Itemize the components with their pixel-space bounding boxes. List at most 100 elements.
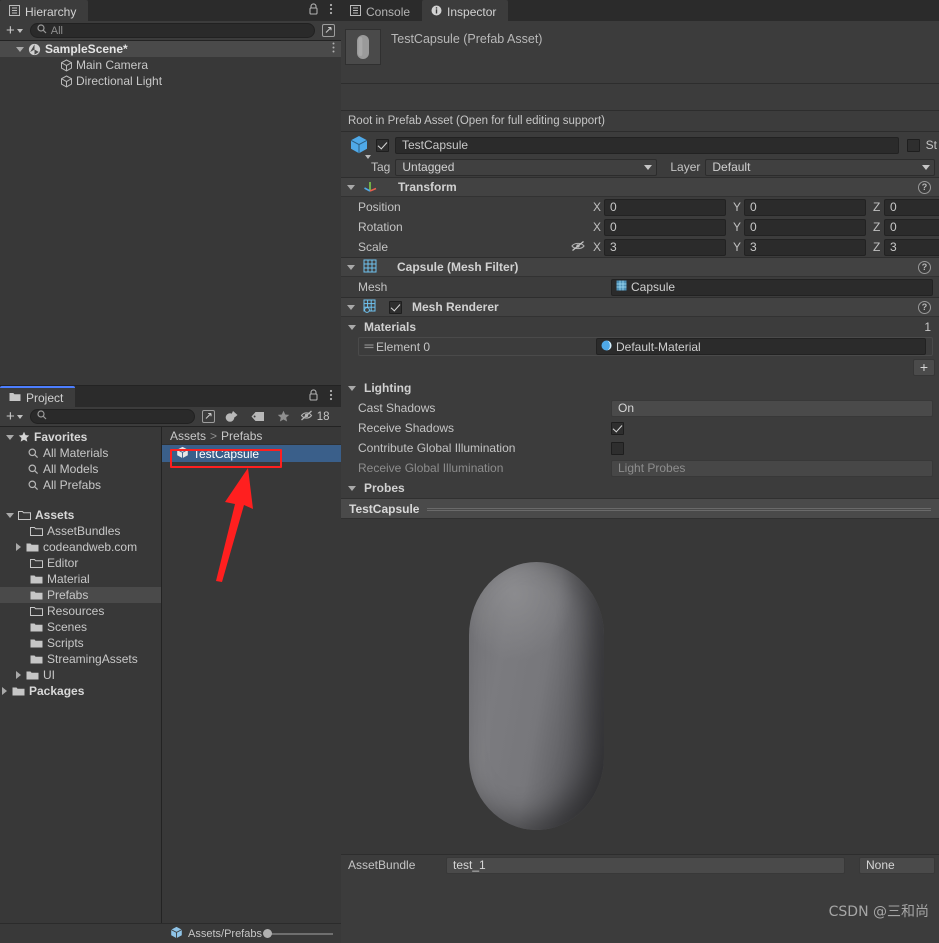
material-object-field[interactable]: Default-Material (596, 338, 926, 355)
scale-z-input[interactable]: 3 (884, 238, 939, 256)
position-y-input[interactable]: 0 (744, 198, 866, 216)
drag-handle-icon[interactable] (364, 341, 376, 353)
chevron-down-icon[interactable] (16, 46, 24, 52)
position-z-input[interactable]: 0 (884, 198, 939, 216)
chevron-down-icon[interactable] (348, 385, 356, 391)
material-element-row[interactable]: Element 0 Default-Material (358, 337, 933, 356)
chevron-down-icon[interactable] (348, 485, 356, 491)
project-tree-label: Editor (47, 556, 79, 570)
lighting-foldout[interactable]: Lighting (341, 378, 939, 398)
chevron-down-icon[interactable] (6, 434, 14, 440)
position-x-input[interactable]: 0 (604, 198, 726, 216)
assetbundle-name-dropdown[interactable]: test_1 (446, 856, 845, 874)
hierarchy-expand-button[interactable] (318, 23, 339, 39)
hierarchy-item-main-camera[interactable]: Main Camera (0, 57, 341, 73)
probes-foldout[interactable]: Probes (341, 478, 939, 498)
contribute-gi-checkbox[interactable] (611, 441, 624, 455)
tab-console[interactable]: Console (341, 0, 423, 21)
project-favorite-all-materials[interactable]: All Materials (0, 445, 161, 461)
cast-shadows-dropdown[interactable]: On (611, 399, 933, 417)
kebab-menu-icon[interactable] (329, 3, 333, 18)
transform-component-header[interactable]: Transform ? (341, 177, 939, 197)
breadcrumb-current[interactable]: Prefabs (221, 429, 262, 443)
project-zoom-slider[interactable] (262, 929, 333, 938)
mesh-renderer-component-header[interactable]: Mesh Renderer ? (341, 297, 939, 317)
scale-y-input[interactable]: 3 (744, 238, 866, 256)
project-tree-resources[interactable]: Resources (0, 603, 161, 619)
project-tree-assets[interactable]: Assets (0, 507, 161, 523)
scene-kebab-icon[interactable] (332, 42, 335, 56)
axis-z-label: Z (873, 220, 881, 234)
project-tree-editor[interactable]: Editor (0, 555, 161, 571)
project-tree-scripts[interactable]: Scripts (0, 635, 161, 651)
help-icon[interactable]: ? (918, 180, 931, 194)
layer-dropdown[interactable]: Default (705, 158, 935, 176)
project-expand-button[interactable] (198, 409, 219, 425)
mesh-renderer-enabled-checkbox[interactable] (389, 300, 402, 314)
project-favorites-header[interactable]: Favorites (0, 429, 161, 445)
project-zoom-slider-knob[interactable] (262, 929, 272, 938)
scale-x-input[interactable]: 3 (604, 238, 726, 256)
help-icon[interactable]: ? (918, 300, 931, 314)
project-tree-packages[interactable]: Packages (0, 683, 161, 699)
tab-hierarchy[interactable]: Hierarchy (0, 0, 89, 21)
receive-shadows-checkbox[interactable] (611, 421, 624, 435)
unlink-scale-icon[interactable] (571, 240, 593, 255)
project-search-input[interactable] (29, 409, 195, 424)
kebab-menu-icon[interactable] (329, 389, 333, 404)
tag-label-icon[interactable] (245, 409, 271, 425)
chevron-right-icon[interactable] (16, 543, 21, 551)
capsule-3d-preview[interactable] (469, 562, 604, 830)
hierarchy-scene-row[interactable]: SampleScene* (0, 41, 341, 57)
lock-icon[interactable] (308, 3, 319, 18)
project-tree-codeandweb[interactable]: codeandweb.com (0, 539, 161, 555)
gameobject-name-input[interactable]: TestCapsule (395, 136, 899, 154)
project-tree-material[interactable]: Material (0, 571, 161, 587)
project-tree-streamingassets[interactable]: StreamingAssets (0, 651, 161, 667)
chevron-down-icon[interactable] (348, 324, 356, 330)
chevron-right-icon[interactable] (16, 671, 21, 679)
gameobject-header: TestCapsule St Tag Untagged Layer Defaul… (341, 132, 939, 177)
project-asset-testcapsule[interactable]: TestCapsule (162, 445, 341, 462)
chevron-down-icon[interactable] (347, 304, 355, 310)
preview-stage[interactable] (341, 519, 939, 854)
gameobject-enabled-checkbox[interactable] (376, 138, 389, 152)
breadcrumb-root[interactable]: Assets (170, 429, 206, 443)
chevron-down-icon[interactable] (6, 512, 14, 518)
material-filter-icon[interactable] (219, 409, 245, 425)
star-icon[interactable] (271, 409, 296, 425)
chevron-down-icon[interactable] (347, 264, 355, 270)
rotation-z-input[interactable]: 0 (884, 218, 939, 236)
mesh-object-field[interactable]: Capsule (611, 278, 933, 296)
project-add-button[interactable]: + (2, 409, 27, 425)
static-checkbox[interactable] (906, 138, 920, 152)
materials-foldout[interactable]: Materials 1 (341, 317, 939, 337)
project-tree-ui[interactable]: UI (0, 667, 161, 683)
folder-open-icon (30, 606, 43, 617)
help-icon[interactable]: ? (918, 260, 931, 274)
gameobject-cube-icon[interactable] (348, 134, 371, 159)
project-tree-prefabs[interactable]: Prefabs (0, 587, 161, 603)
tab-project[interactable]: Project (0, 386, 76, 407)
capsule-preview-thumbnail (345, 29, 381, 65)
tab-inspector[interactable]: Inspector (422, 0, 509, 21)
assetbundle-variant-dropdown[interactable]: None (859, 856, 935, 874)
materials-add-button[interactable]: + (913, 358, 935, 376)
project-tree-scenes[interactable]: Scenes (0, 619, 161, 635)
material-sphere-icon (601, 340, 612, 354)
hidden-assets-button[interactable]: 18 (296, 409, 334, 425)
tag-dropdown[interactable]: Untagged (395, 158, 658, 176)
hierarchy-search-input[interactable]: All (29, 23, 315, 38)
mesh-filter-component-header[interactable]: Capsule (Mesh Filter) ? (341, 257, 939, 277)
chevron-right-icon[interactable] (2, 687, 7, 695)
project-favorite-all-prefabs[interactable]: All Prefabs (0, 477, 161, 493)
chevron-down-icon[interactable] (347, 184, 355, 190)
hierarchy-item-directional-light[interactable]: Directional Light (0, 73, 341, 89)
lock-icon[interactable] (308, 389, 319, 404)
project-favorite-all-models[interactable]: All Models (0, 461, 161, 477)
hierarchy-add-button[interactable]: + (2, 23, 27, 39)
rotation-y-input[interactable]: 0 (744, 218, 866, 236)
project-tree-assetbundles[interactable]: AssetBundles (0, 523, 161, 539)
rotation-x-input[interactable]: 0 (604, 218, 726, 236)
preview-header[interactable]: TestCapsule (341, 498, 939, 519)
